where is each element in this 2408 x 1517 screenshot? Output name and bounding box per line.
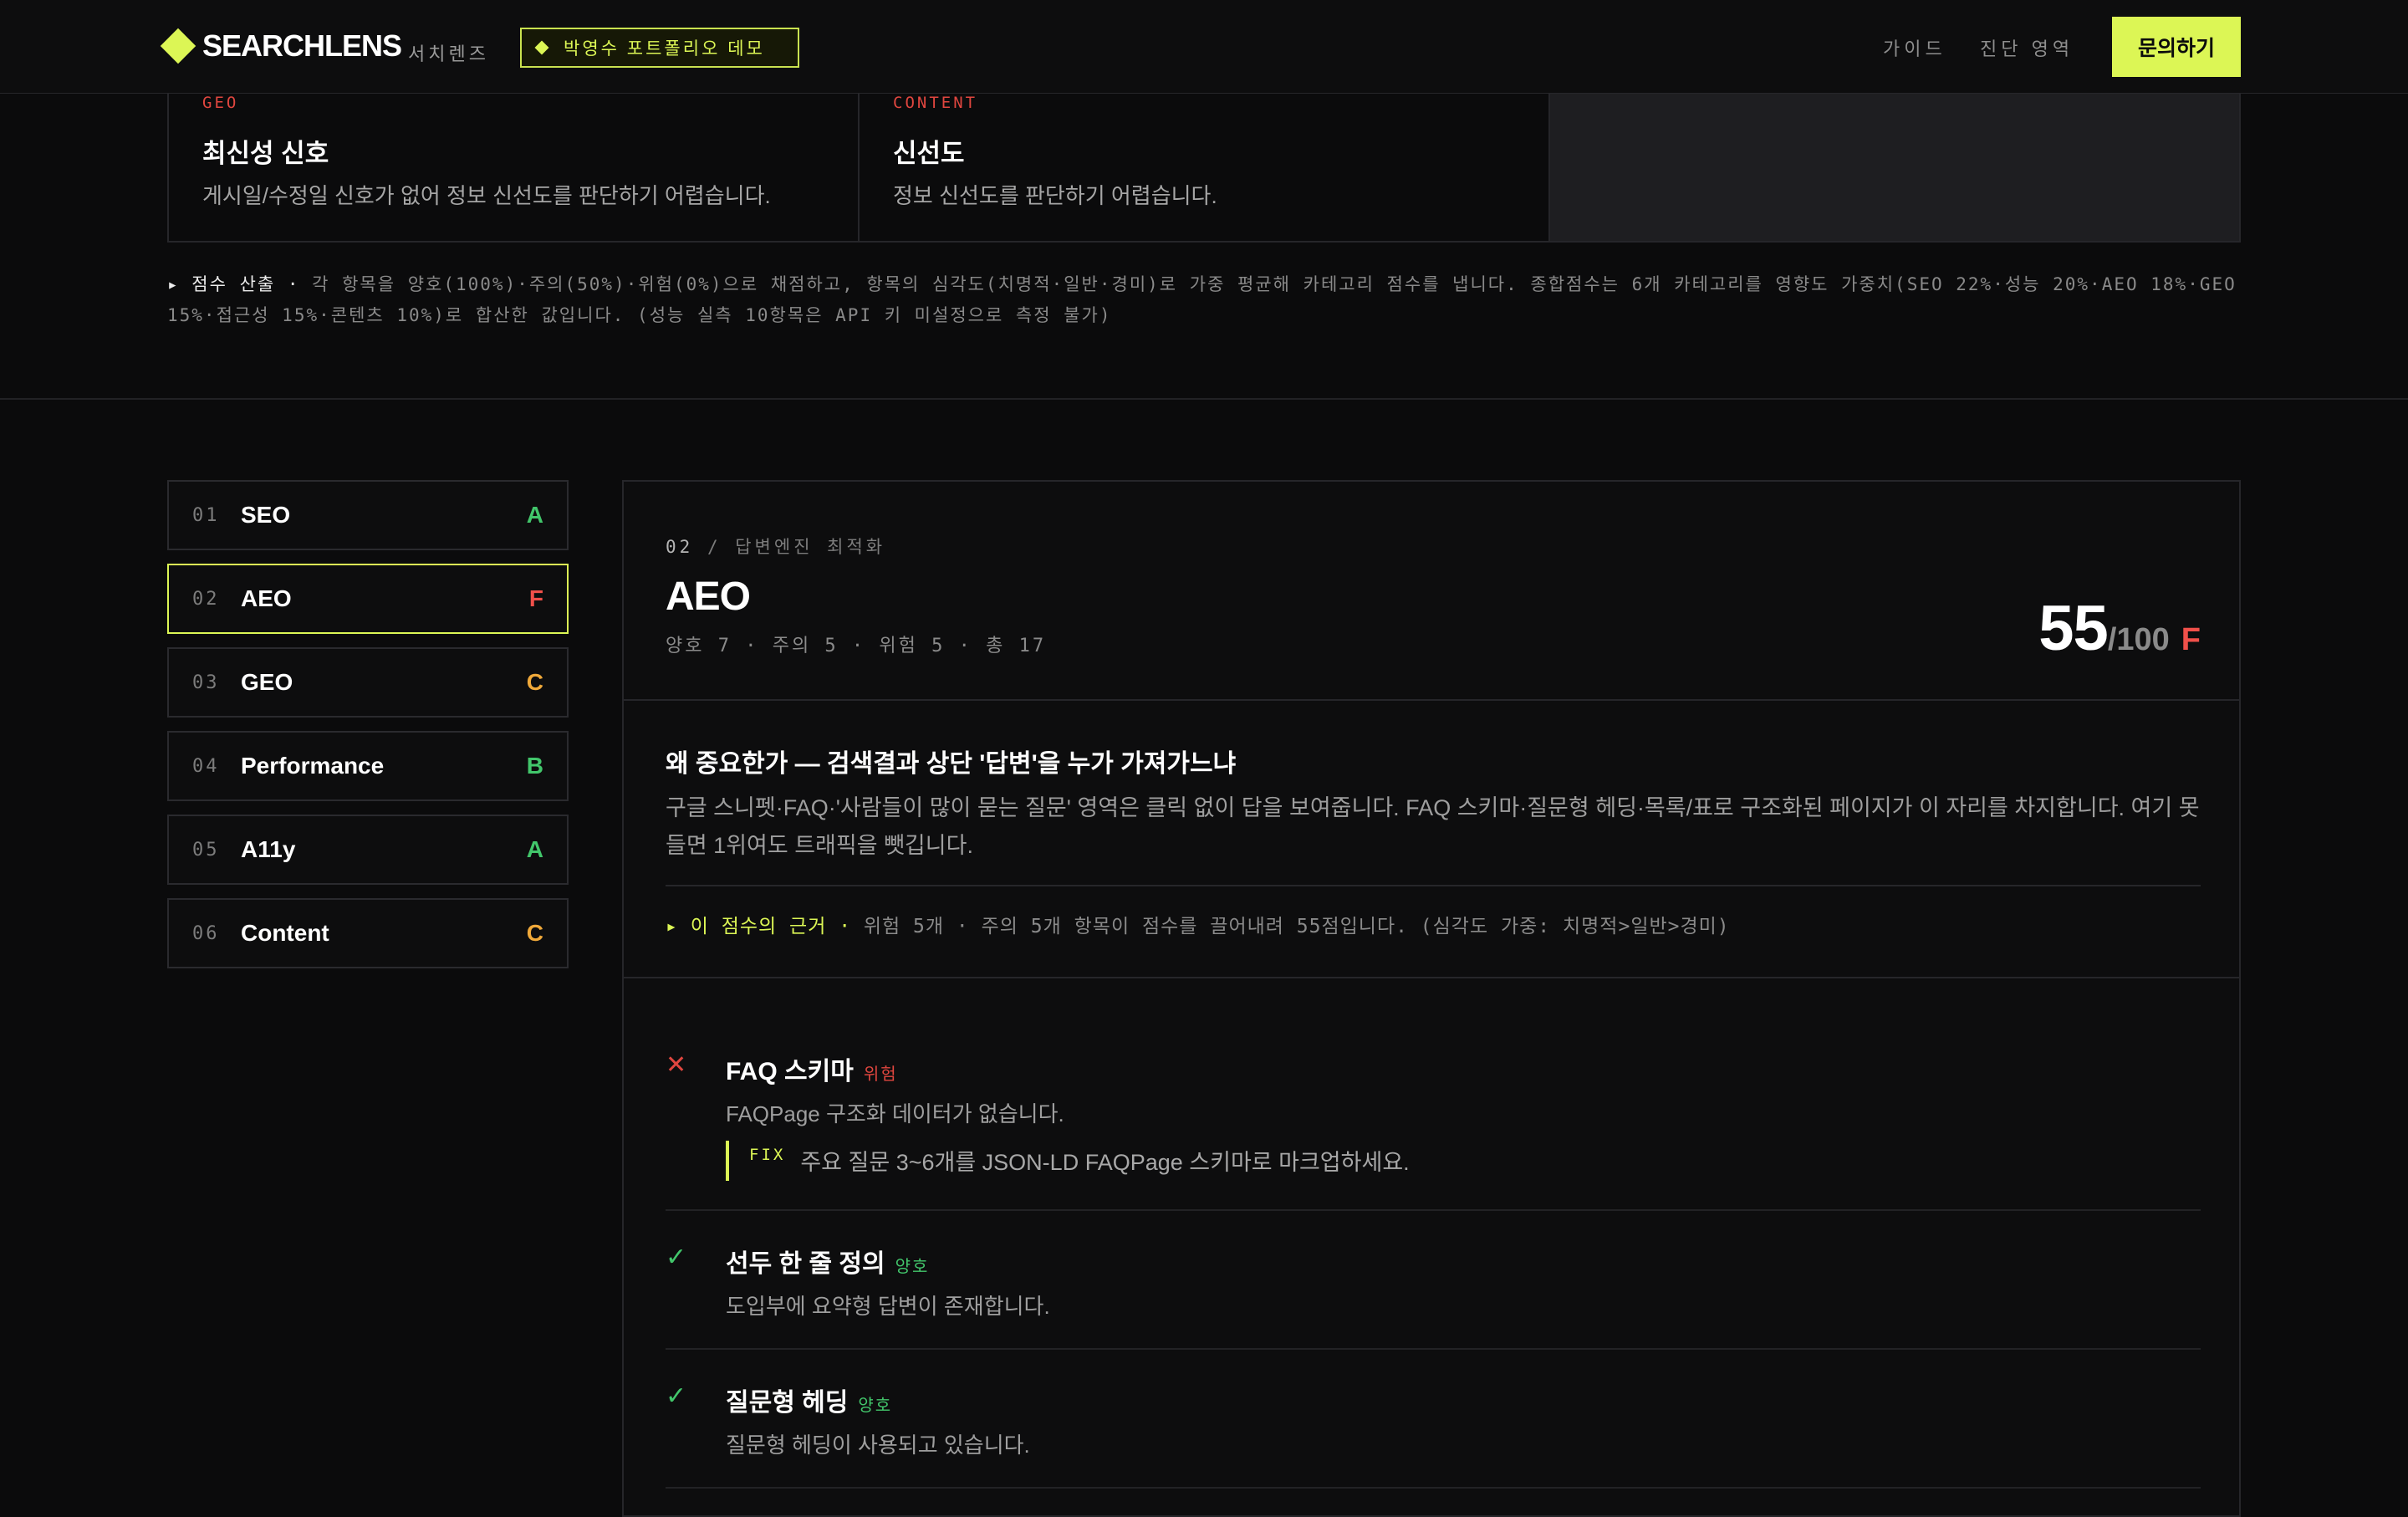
score-denominator: /100	[2107, 622, 2170, 657]
issue-card-desc: 정보 신선도를 판단하기 어렵습니다.	[893, 183, 1217, 208]
demo-badge: 박영수 포트폴리오 데모	[520, 28, 799, 68]
check-separator	[666, 1209, 2201, 1211]
nav-diagnosis-areas-link[interactable]: 진단 영역	[1980, 34, 2074, 61]
breadcrumb: 02 / 답변엔진 최적화	[666, 534, 885, 559]
diamond-icon	[534, 40, 549, 55]
sidebar-item-label: A11y	[241, 836, 296, 862]
sidebar-item-aeo[interactable]: 02 AEO F	[167, 564, 569, 634]
sidebar-item-grade: A	[526, 836, 543, 862]
breadcrumb-label: 답변엔진 최적화	[735, 537, 886, 557]
issue-card-tag: CONTENT	[893, 94, 978, 112]
brand-subtitle: 서치렌즈	[408, 43, 489, 64]
sidebar-item-number: 06	[192, 922, 220, 944]
issue-card: CONTENT 신선도 정보 신선도를 판단하기 어렵습니다.	[860, 84, 1550, 241]
why-it-matters-title: 왜 중요한가 — 검색결과 상단 '답변'을 누가 가져가느냐	[666, 750, 1237, 778]
sidebar-item-number: 01	[192, 504, 220, 526]
check-item-name: FAQ 스키마 위험	[726, 1050, 898, 1087]
check-item-desc: FAQPage 구조화 데이터가 없습니다.	[726, 1101, 1064, 1126]
fix-label: FIX	[749, 1146, 786, 1164]
sidebar-item-label: Content	[241, 920, 329, 946]
issue-card-tag: GEO	[202, 94, 239, 112]
sidebar-item-number: 04	[192, 755, 220, 777]
why-it-matters-desc: 구글 스니펫·FAQ·'사람들이 많이 묻는 질문' 영역은 클릭 없이 답을 …	[666, 795, 2200, 858]
pass-check-icon: ✓	[666, 1382, 687, 1410]
sidebar-item-grade: A	[526, 502, 543, 528]
sidebar-item-seo[interactable]: 01 SEO A	[167, 480, 569, 550]
nav-guide-link[interactable]: 가이드	[1883, 34, 1946, 61]
sidebar-item-label: SEO	[241, 502, 291, 528]
scoring-note-text: 각 항목을 양호(100%)·주의(50%)·위험(0%)으로 채점하고, 항목…	[167, 274, 2237, 325]
sidebar-item-content[interactable]: 06 Content C	[167, 898, 569, 968]
top-navigation-bar: SEARCHLENS 서치렌즈 박영수 포트폴리오 데모 가이드 진단 영역 문…	[0, 0, 2408, 94]
panel-divider	[624, 699, 2239, 701]
scoring-note-label: ▸ 점수 산출 ·	[167, 274, 300, 294]
check-item-name: 선두 한 줄 정의 양호	[726, 1243, 929, 1279]
check-item-name: 질문형 헤딩 양호	[726, 1382, 892, 1418]
sidebar-item-number: 05	[192, 839, 220, 861]
sidebar-item-geo[interactable]: 03 GEO C	[167, 647, 569, 718]
sidebar-item-number: 03	[192, 672, 220, 693]
score-basis-text: 위험 5개 · 주의 5개 항목이 점수를 끌어내려 55점입니다. (심각도 …	[851, 916, 1730, 937]
issue-card-title: 신선도	[893, 139, 965, 168]
issue-card-desc: 게시일/수정일 신호가 없어 정보 신선도를 판단하기 어렵습니다.	[202, 183, 771, 208]
category-score: 55/100 F	[2038, 592, 2201, 665]
score-value: 55	[2038, 593, 2109, 664]
check-item-desc: 질문형 헤딩이 사용되고 있습니다.	[726, 1433, 1030, 1458]
sidebar-item-label: Performance	[241, 753, 385, 779]
logo-diamond-icon	[160, 28, 196, 64]
check-item-title: 질문형 헤딩	[726, 1389, 849, 1417]
check-item-status: 양호	[895, 1258, 930, 1276]
fail-x-icon: ✕	[666, 1051, 687, 1079]
score-basis-note: ▸ 이 점수의 근거 · 위험 5개 · 주의 5개 항목이 점수를 끌어내려 …	[666, 910, 1730, 938]
scoring-note: ▸ 점수 산출 · 각 항목을 양호(100%)·주의(50%)·위험(0%)으…	[167, 269, 2241, 331]
section-divider	[0, 398, 2408, 400]
sidebar-item-number: 02	[192, 588, 220, 610]
page-title: AEO	[666, 575, 751, 619]
empty-card-slot	[1550, 84, 2239, 241]
status-counts: 양호 7 · 주의 5 · 위험 5 · 총 17	[666, 636, 1047, 656]
check-separator	[666, 1348, 2201, 1350]
breadcrumb-number: 02	[666, 537, 694, 557]
issue-card: GEO 최신성 신호 게시일/수정일 신호가 없어 정보 신선도를 판단하기 어…	[169, 84, 860, 241]
contact-button[interactable]: 문의하기	[2112, 17, 2241, 77]
fix-text: 주요 질문 3~6개를 JSON-LD FAQPage 스키마로 마크업하세요.	[800, 1150, 1410, 1175]
sidebar-item-performance[interactable]: 04 Performance B	[167, 731, 569, 801]
breadcrumb-separator: /	[693, 537, 736, 557]
check-item-status: 양호	[858, 1397, 893, 1415]
sidebar-item-label: AEO	[241, 585, 292, 611]
category-detail-panel: 02 / 답변엔진 최적화 AEO 양호 7 · 주의 5 · 위험 5 · 총…	[622, 480, 2241, 1517]
issue-card-title: 최신성 신호	[202, 139, 329, 168]
inner-divider	[666, 885, 2201, 886]
sidebar-item-grade: F	[528, 585, 543, 611]
panel-divider	[624, 977, 2239, 978]
check-separator	[666, 1487, 2201, 1489]
brand-logo[interactable]: SEARCHLENS	[202, 28, 402, 64]
sidebar-item-a11y[interactable]: 05 A11y A	[167, 815, 569, 885]
score-basis-label: ▸ 이 점수의 근거 ·	[666, 916, 852, 937]
sidebar-item-label: GEO	[241, 669, 293, 695]
check-item-title: FAQ 스키마	[726, 1058, 854, 1085]
check-item-title: 선두 한 줄 정의	[726, 1250, 885, 1278]
issue-cards-row: GEO 최신성 신호 게시일/수정일 신호가 없어 정보 신선도를 판단하기 어…	[167, 84, 2241, 243]
sidebar-item-grade: C	[526, 669, 543, 695]
fix-recommendation: FIX 주요 질문 3~6개를 JSON-LD FAQPage 스키마로 마크업하…	[726, 1141, 1410, 1181]
score-grade: F	[2181, 622, 2201, 657]
check-item-desc: 도입부에 요약형 답변이 존재합니다.	[726, 1294, 1050, 1319]
sidebar-item-grade: C	[526, 920, 543, 946]
demo-badge-label: 박영수 포트폴리오 데모	[564, 39, 765, 59]
check-item-status: 위험	[863, 1065, 898, 1084]
pass-check-icon: ✓	[666, 1244, 687, 1271]
sidebar-item-grade: B	[526, 753, 543, 779]
